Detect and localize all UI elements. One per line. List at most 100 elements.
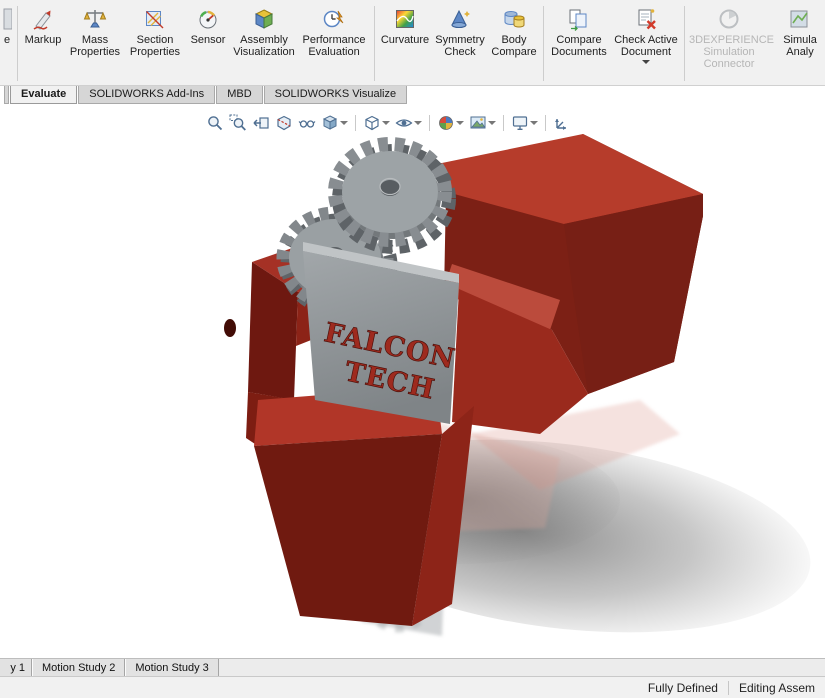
display-style-icon — [365, 115, 379, 131]
hud-separator — [429, 115, 430, 131]
ribbon-button-section-properties[interactable]: Section Properties — [125, 2, 185, 85]
tab-motion-study-2[interactable]: Motion Study 2 — [32, 659, 126, 676]
dynamic-annotation-views-icon — [298, 120, 316, 128]
zoom-to-fit-button[interactable] — [204, 112, 226, 134]
ribbon-separator — [17, 6, 18, 81]
ribbon-separator — [684, 6, 685, 81]
ribbon-button-mass-properties[interactable]: Mass Properties — [65, 2, 125, 85]
hud-separator — [355, 115, 356, 131]
ribbon-label: Mass Properties — [69, 34, 121, 58]
ribbon-label: Body Compare — [491, 34, 537, 58]
tab-motion-study-1-clipped[interactable]: y 1 — [0, 659, 32, 676]
dropdown-caret-icon[interactable] — [340, 121, 348, 125]
compare-documents-icon — [567, 4, 591, 34]
ribbon-separator — [543, 6, 544, 81]
tab-solidworks-visualize[interactable]: SOLIDWORKS Visualize — [263, 86, 408, 104]
ribbon-button-compare-documents[interactable]: Compare Documents — [547, 2, 611, 85]
zoom-to-fit-icon — [208, 116, 223, 131]
dropdown-caret-icon[interactable] — [456, 121, 464, 125]
hud-separator — [503, 115, 504, 131]
display-style-button[interactable] — [361, 112, 392, 134]
ribbon-label: Markup — [24, 34, 62, 46]
ribbon-label: Symmetry Check — [435, 34, 485, 58]
tab-mbd[interactable]: MBD — [216, 86, 263, 104]
view-settings-icon — [512, 116, 528, 130]
motion-study-tab-bar: y 1 Motion Study 2 Motion Study 3 — [0, 658, 825, 676]
assembly-visualization-icon — [252, 4, 276, 34]
ribbon-label: Compare Documents — [551, 34, 607, 58]
ribbon-label: Sensor — [190, 34, 226, 46]
zoom-to-area-icon — [229, 114, 246, 131]
simulation-analysis-icon — [788, 4, 812, 34]
view-orientation-button[interactable] — [319, 112, 350, 134]
status-bar: Fully Defined Editing Assem — [0, 676, 825, 698]
edit-appearance-icon — [439, 116, 453, 130]
hide-show-items-icon — [395, 119, 413, 127]
tab-solidworks-add-ins[interactable]: SOLIDWORKS Add-Ins — [78, 86, 216, 104]
body-compare-icon — [502, 4, 526, 34]
ribbon-button-body-compare[interactable]: Body Compare — [488, 2, 540, 85]
ribbon-label: 3DEXPERIENCE Simulation Connector — [689, 34, 774, 70]
symmetry-check-icon — [448, 4, 472, 34]
dynamic-annotation-views-button[interactable] — [296, 112, 318, 134]
edit-appearance-button[interactable] — [435, 112, 466, 134]
dropdown-caret-icon[interactable] — [414, 121, 422, 125]
section-view-icon — [277, 115, 291, 131]
dropdown-caret-icon[interactable] — [382, 121, 390, 125]
dropdown-caret-icon[interactable] — [642, 60, 650, 64]
command-manager-ribbon: e Markup Mass Properties Section Propert… — [0, 0, 825, 86]
orientation-triad-icon — [555, 119, 566, 130]
tab-evaluate[interactable]: Evaluate — [10, 86, 78, 104]
ribbon-button-sensor[interactable]: Sensor — [185, 2, 231, 85]
curvature-icon — [393, 4, 417, 34]
clipped-left-icon — [2, 4, 12, 34]
previous-view-icon — [253, 117, 269, 129]
ribbon-button-check-active-document[interactable]: Check Active Document — [611, 2, 681, 85]
dropdown-caret-icon[interactable] — [530, 121, 538, 125]
previous-view-button[interactable] — [250, 112, 272, 134]
ribbon-label: Curvature — [380, 34, 430, 46]
tab-clipped[interactable] — [4, 86, 9, 104]
graphics-area[interactable]: FALCON TECH — [0, 104, 825, 658]
ribbon-label: Check Active Document — [614, 34, 678, 58]
hud-separator — [545, 115, 546, 131]
section-view-button[interactable] — [273, 112, 295, 134]
model-3d-gripper-assembly[interactable]: FALCON TECH — [0, 104, 825, 658]
apply-scene-button[interactable] — [467, 112, 498, 134]
dropdown-caret-icon[interactable] — [488, 121, 496, 125]
ribbon-label: e — [3, 34, 11, 46]
heads-up-view-toolbar — [204, 112, 573, 134]
ribbon-label: Simula Analy — [783, 34, 817, 58]
ribbon-label: Performance Evaluation — [302, 34, 366, 58]
ribbon-button-clipped-left[interactable]: e — [0, 2, 14, 85]
ribbon-button-assembly-visualization[interactable]: Assembly Visualization — [231, 2, 297, 85]
ribbon-button-curvature[interactable]: Curvature — [378, 2, 432, 85]
assembly-state-text: Fully Defined — [647, 680, 718, 695]
ribbon-button-3dexperience-connector: 3DEXPERIENCE Simulation Connector — [688, 2, 774, 85]
view-orientation-icon — [322, 115, 338, 130]
tab-motion-study-3[interactable]: Motion Study 3 — [125, 659, 219, 676]
sensor-icon — [196, 4, 220, 34]
ribbon-button-markup[interactable]: Markup — [21, 2, 65, 85]
hide-show-items-button[interactable] — [393, 112, 424, 134]
markup-icon — [31, 4, 55, 34]
ribbon-label: Assembly Visualization — [233, 34, 295, 58]
zoom-to-area-button[interactable] — [227, 112, 249, 134]
apply-scene-icon — [470, 116, 486, 129]
editing-mode-text: Editing Assem — [738, 680, 815, 695]
3dexperience-connector-icon — [717, 4, 741, 34]
ribbon-button-simulation-analysis-clipped[interactable]: Simula Analy — [770, 2, 825, 85]
model-brand-plate[interactable]: FALCON TECH — [303, 242, 459, 424]
ribbon-label: Section Properties — [129, 34, 181, 58]
command-manager-tabs: Evaluate SOLIDWORKS Add-Ins MBD SOLIDWOR… — [0, 86, 825, 104]
orientation-triad-button[interactable] — [551, 112, 573, 134]
ribbon-button-performance-evaluation[interactable]: Performance Evaluation — [297, 2, 371, 85]
performance-evaluation-icon — [322, 4, 346, 34]
check-active-document-icon — [634, 4, 658, 34]
view-settings-button[interactable] — [509, 112, 540, 134]
ribbon-button-symmetry-check[interactable]: Symmetry Check — [432, 2, 488, 85]
ribbon-separator — [374, 6, 375, 81]
mass-properties-icon — [83, 4, 107, 34]
model-gear-large[interactable] — [328, 137, 456, 254]
section-properties-icon — [143, 4, 167, 34]
